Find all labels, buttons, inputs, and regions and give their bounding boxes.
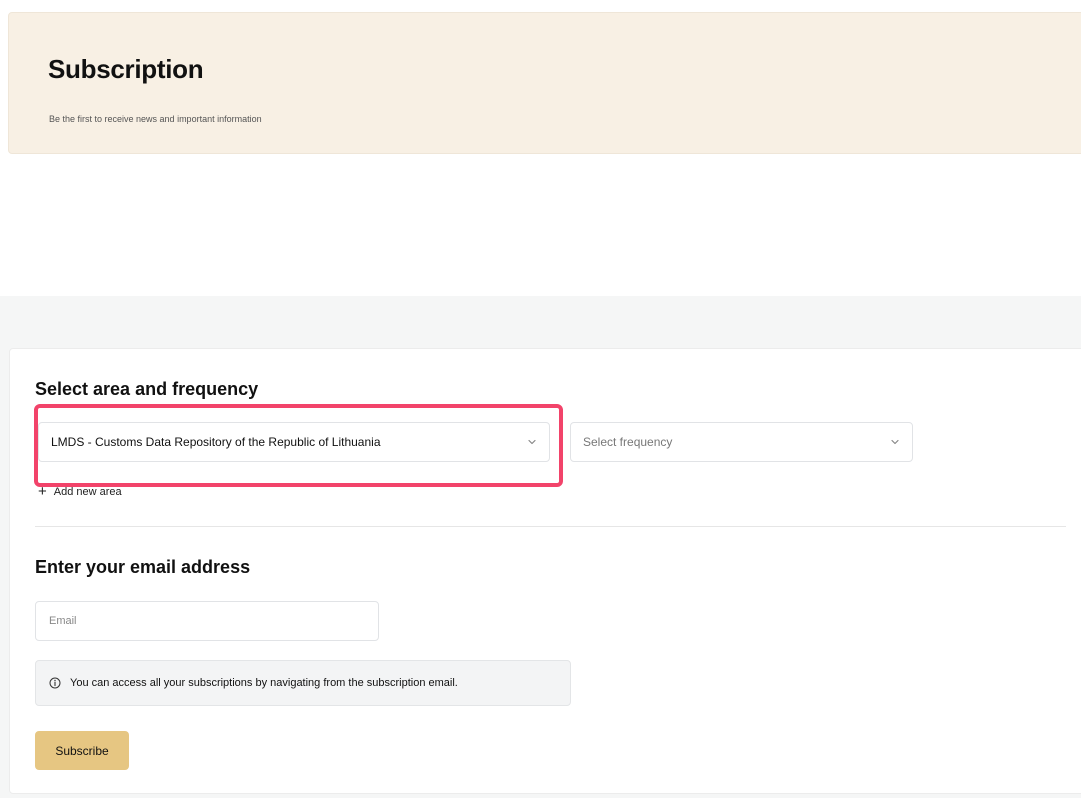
email-heading: Enter your email address bbox=[35, 557, 251, 577]
page-subtitle: Be the first to receive news and importa… bbox=[49, 114, 262, 124]
email-field[interactable] bbox=[35, 601, 379, 641]
plus-icon: + bbox=[38, 483, 47, 500]
add-new-area-label: Add new area bbox=[53, 485, 122, 498]
subscription-hero: Subscription Be the first to receive new… bbox=[8, 12, 1081, 154]
subscribe-button[interactable]: Subscribe bbox=[35, 731, 129, 770]
area-frequency-heading: Select area and frequency bbox=[35, 379, 259, 399]
chevron-down-icon bbox=[891, 439, 899, 445]
chevron-down-icon bbox=[528, 439, 536, 445]
area-select[interactable]: LMDS - Customs Data Repository of the Re… bbox=[38, 422, 550, 462]
area-select-value: LMDS - Customs Data Repository of the Re… bbox=[51, 435, 381, 449]
frequency-select[interactable]: Select frequency bbox=[570, 422, 913, 462]
add-new-area-button[interactable]: + Add new area bbox=[38, 484, 122, 499]
page-title: Subscription bbox=[48, 54, 204, 84]
info-text: You can access all your subscriptions by… bbox=[70, 677, 458, 689]
info-icon bbox=[49, 677, 61, 689]
info-notice: You can access all your subscriptions by… bbox=[35, 660, 571, 706]
frequency-select-placeholder: Select frequency bbox=[583, 435, 673, 449]
section-divider bbox=[35, 526, 1066, 527]
